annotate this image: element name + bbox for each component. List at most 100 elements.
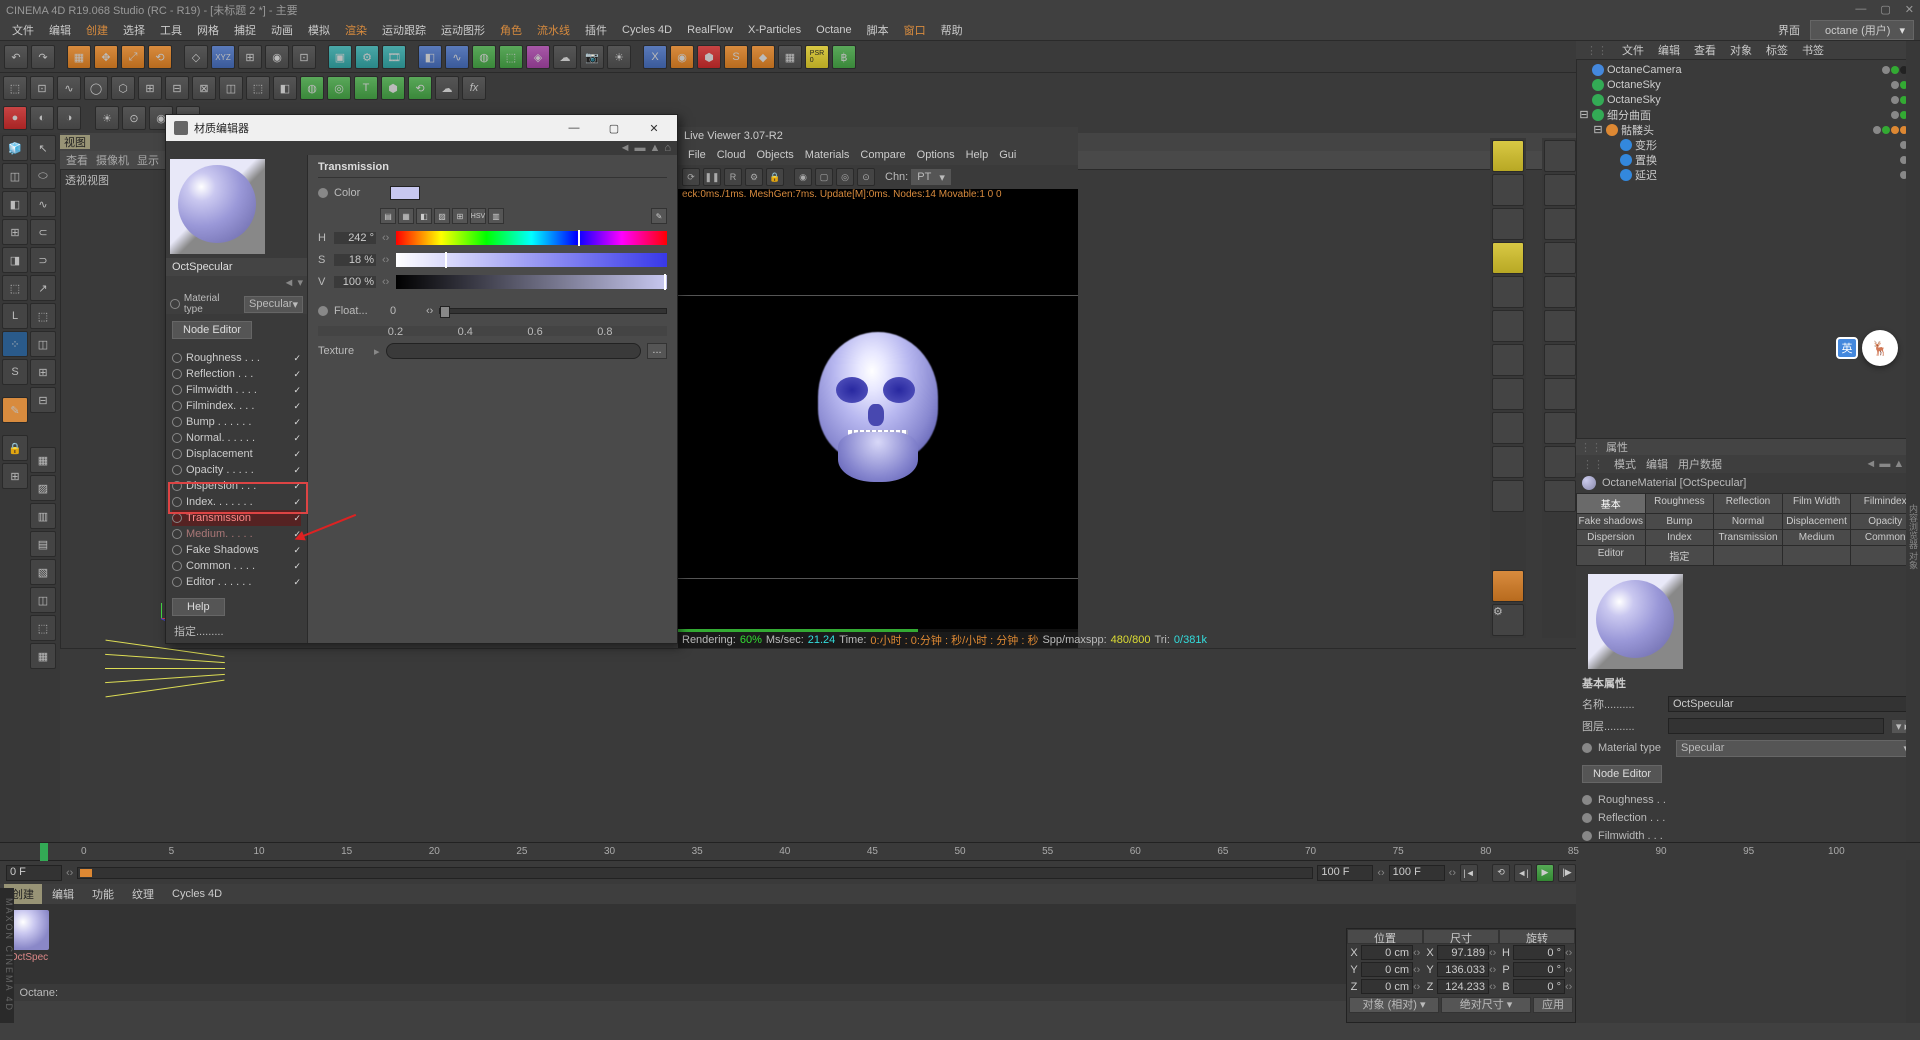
channel-radio[interactable] [172, 577, 182, 587]
t2-13[interactable]: ◎ [327, 76, 351, 100]
live-viewer-title[interactable]: Live Viewer 3.07-R2 [678, 127, 1078, 145]
channel-check-icon[interactable]: ✓ [293, 545, 301, 556]
menu-octane[interactable]: Octane [810, 22, 857, 38]
is-axis[interactable] [1492, 570, 1524, 602]
frame-start[interactable]: 0 F [6, 865, 62, 881]
deformer-icon[interactable]: ◈ [526, 45, 550, 69]
is-7[interactable] [1492, 344, 1524, 376]
tag-dot[interactable] [1891, 81, 1899, 89]
rendersettings-icon[interactable]: ⚙ [355, 45, 379, 69]
lt2-grid[interactable]: ▦ [30, 447, 56, 473]
lv-menu-objects[interactable]: Objects [752, 149, 797, 161]
me-nav-next-icon[interactable]: ▬ [634, 142, 645, 154]
me-maximize-icon[interactable]: ▢ [599, 122, 629, 135]
v-stepper[interactable]: ‹› [382, 276, 390, 288]
attr-tab-Displacement[interactable]: Displacement [1783, 514, 1851, 529]
iso-8[interactable] [1544, 378, 1576, 410]
vp-menu-disp[interactable]: 显示 [137, 152, 159, 168]
menu-anim[interactable]: 动画 [265, 20, 299, 40]
coord-mode2-dropdown[interactable]: 绝对尺寸 ▾ [1441, 997, 1531, 1013]
live-viewer-render[interactable] [678, 205, 1078, 629]
iso-1[interactable] [1544, 140, 1576, 172]
t2-15[interactable]: ⬢ [381, 76, 405, 100]
layout-dropdown[interactable]: octane (用户) ▾ [1810, 20, 1914, 40]
tc-play-icon[interactable]: ▶ [1536, 864, 1554, 882]
attr-radio[interactable] [1582, 831, 1592, 841]
menu-snap[interactable]: 捕捉 [228, 20, 262, 40]
channel-check-icon[interactable]: ✓ [293, 401, 301, 412]
channel-row-editor[interactable]: Editor . . . . . .✓ [172, 574, 301, 590]
lt-model[interactable]: 🧊 [2, 135, 28, 161]
tool-a[interactable]: ◆ [751, 45, 775, 69]
node-editor-button[interactable]: Node Editor [172, 321, 252, 339]
me-close-icon[interactable]: ✕ [639, 122, 669, 135]
colormode-1-icon[interactable]: ▤ [380, 208, 396, 224]
attr-tab-Roughness[interactable]: Roughness [1646, 494, 1714, 513]
lv-clip-icon[interactable]: ▢ [815, 168, 833, 186]
colormode-5-icon[interactable]: ⊞ [452, 208, 468, 224]
env-icon[interactable]: ☁ [553, 45, 577, 69]
lv-channel-dropdown[interactable]: PT▾ [911, 169, 951, 185]
lv-pin-icon[interactable]: ⊙ [857, 168, 875, 186]
channel-check-icon[interactable]: ✓ [293, 513, 301, 524]
t2-6[interactable]: ⊞ [138, 76, 162, 100]
t2-7[interactable]: ⊟ [165, 76, 189, 100]
lt2-5[interactable]: ⊃ [30, 247, 56, 273]
lt2-g3[interactable]: ▥ [30, 503, 56, 529]
spline-icon[interactable]: ∿ [445, 45, 469, 69]
texture-browse-button[interactable]: ... [647, 343, 667, 359]
expand-icon[interactable]: ⊟ [1593, 123, 1603, 136]
menu-edit[interactable]: 编辑 [43, 20, 77, 40]
t2-1[interactable]: ⬚ [3, 76, 27, 100]
size-Z[interactable]: 124.233 cm [1437, 979, 1489, 994]
hue-slider[interactable] [396, 231, 667, 245]
lt-5[interactable]: ◨ [2, 247, 28, 273]
attr-radio[interactable] [1582, 813, 1592, 823]
iso-9[interactable] [1544, 412, 1576, 444]
t2-10[interactable]: ⬚ [246, 76, 270, 100]
attr-radio[interactable] [1582, 795, 1592, 805]
t2-14[interactable]: T [354, 76, 378, 100]
lv-region-icon[interactable]: R [724, 168, 742, 186]
rf-icon[interactable]: ⬢ [697, 45, 721, 69]
is-11[interactable] [1492, 480, 1524, 512]
lt2-g8[interactable]: ▦ [30, 643, 56, 669]
attr-tab-Index[interactable]: Index [1646, 530, 1714, 545]
menu-pipe[interactable]: 流水线 [531, 20, 576, 40]
tool-5[interactable]: ◇ [184, 45, 208, 69]
lv-lock-icon[interactable]: 🔒 [766, 168, 784, 186]
attr-tab-指定[interactable]: 指定 [1646, 546, 1714, 565]
material-editor-titlebar[interactable]: 材质编辑器 — ▢ ✕ [166, 115, 677, 141]
scale-icon[interactable]: ⤢ [121, 45, 145, 69]
lt2-8[interactable]: ◫ [30, 331, 56, 357]
tool-c[interactable]: ฿ [832, 45, 856, 69]
iso-11[interactable] [1544, 480, 1576, 512]
channel-row-filmindex.[interactable]: Filmindex. . . .✓ [172, 398, 301, 414]
viewport-tab[interactable]: 视图 [60, 135, 90, 149]
maximize-icon[interactable]: ▢ [1880, 3, 1890, 16]
channel-radio[interactable] [172, 369, 182, 379]
menu-window[interactable]: 窗口 [898, 20, 932, 40]
color-swatch[interactable] [390, 186, 420, 200]
bt-cycles[interactable]: Cycles 4D [164, 886, 230, 902]
lt-wp[interactable]: ⊞ [2, 463, 28, 489]
attr-tab-Dispersion[interactable]: Dispersion [1577, 530, 1645, 545]
lt2-3[interactable]: ∿ [30, 191, 56, 217]
material-type-dropdown[interactable]: Specular▾ [244, 296, 303, 313]
channel-check-icon[interactable]: ✓ [293, 385, 301, 396]
me-minimize-icon[interactable]: — [559, 122, 589, 135]
attr-tab-Bump[interactable]: Bump [1646, 514, 1714, 529]
object-row[interactable]: 置换 [1579, 152, 1917, 167]
frame-cur[interactable]: 100 F [1389, 865, 1445, 881]
tool-8[interactable]: ◉ [265, 45, 289, 69]
menu-render[interactable]: 渲染 [339, 20, 373, 40]
expand-icon[interactable]: ⊟ [1579, 108, 1589, 121]
is-gear[interactable]: ⚙ [1492, 604, 1524, 636]
is-2[interactable] [1492, 174, 1524, 206]
lt-6[interactable]: ⬚ [2, 275, 28, 301]
channel-row-index.[interactable]: Index. . . . . . .✓ [172, 494, 301, 510]
generator-icon[interactable]: ⬚ [499, 45, 523, 69]
lt2-arrow[interactable]: ↖ [30, 135, 56, 161]
bt-tex[interactable]: 纹理 [124, 884, 162, 904]
lv-menu-materials[interactable]: Materials [801, 149, 854, 161]
